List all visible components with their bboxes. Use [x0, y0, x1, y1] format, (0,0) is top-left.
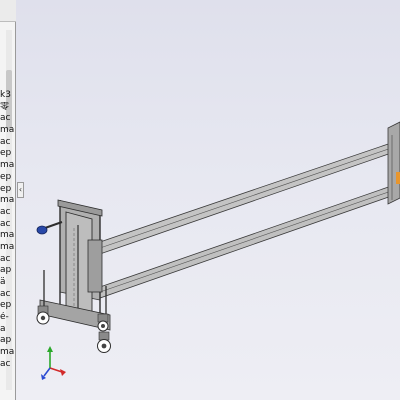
caster-wheel-left[interactable] [36, 305, 50, 325]
tree-item[interactable]: ac [0, 207, 15, 219]
end-accent [396, 172, 400, 184]
tree-item-label: ap [0, 265, 12, 276]
tree-item[interactable]: ma [0, 125, 15, 137]
tree-item[interactable]: ac [0, 254, 15, 266]
tree-item-label: ac [0, 288, 11, 299]
cad-window: k3 零 ac ma ac ep ma ep ep ma ac ac ma ma… [0, 0, 400, 400]
tree-item-label: ep [0, 300, 12, 311]
tree-item[interactable]: 零 [0, 102, 15, 114]
tree-item[interactable]: ma [0, 160, 15, 172]
lower-rail-edge [99, 187, 400, 293]
tree-item-label: ma [0, 347, 15, 358]
tree-item[interactable]: ma [0, 230, 15, 242]
tree-item[interactable]: ep [0, 300, 15, 312]
upper-rail-edge [99, 144, 400, 249]
tree-item[interactable]: é- [0, 312, 15, 324]
tree-item-list: k3 零 ac ma ac ep ma ep ep ma ac ac ma ma… [0, 90, 15, 371]
tree-item-label: ma [0, 230, 15, 241]
feature-manager-tree[interactable]: k3 零 ac ma ac ep ma ep ep ma ac ac ma ma… [0, 0, 16, 400]
crank-handle[interactable] [36, 225, 48, 235]
tree-item[interactable]: ep [0, 148, 15, 160]
caster-wheel-right[interactable] [97, 331, 111, 353]
tree-item[interactable]: a [0, 324, 15, 336]
tree-item-label: ä [0, 277, 6, 287]
tree-item[interactable]: ä [0, 277, 15, 289]
tree-item-label: ac [0, 358, 11, 369]
tree-item-label: ma [0, 195, 15, 206]
tree-item-label: ac [0, 253, 11, 264]
tree-item-label: 零 [0, 101, 10, 112]
tree-item-label: ac [0, 218, 11, 229]
tree-item-label: ac [0, 206, 11, 217]
tree-item-label: ac [0, 136, 11, 147]
tree-item[interactable]: ac [0, 113, 15, 125]
tree-item[interactable]: ep [0, 172, 15, 184]
tree-item[interactable]: k3 [0, 90, 15, 102]
tree-item-label: ap [0, 335, 12, 346]
tree-item[interactable]: ac [0, 137, 15, 149]
tree-item-label: ma [0, 241, 15, 252]
collapse-chevron-icon: ‹ [18, 185, 23, 194]
caster-wheel-middle[interactable] [97, 313, 109, 332]
tree-item-label: ep [0, 148, 12, 159]
tree-item[interactable]: ap [0, 335, 15, 347]
tree-item[interactable]: ac [0, 219, 15, 231]
tree-item[interactable]: ac [0, 359, 15, 371]
tree-item[interactable]: ep [0, 184, 15, 196]
tree-item-label: ep [0, 171, 12, 182]
tree-item[interactable]: ma [0, 195, 15, 207]
tree-header [0, 0, 16, 22]
panel-collapse-handle[interactable]: ‹ [17, 182, 24, 198]
3d-model-view[interactable] [0, 0, 400, 400]
triad-x-axis-icon [49, 367, 63, 373]
tree-item-label: é- [0, 312, 9, 323]
graphics-viewport[interactable] [0, 0, 400, 400]
tree-item[interactable]: ap [0, 265, 15, 277]
tree-item-label: ac [0, 113, 11, 124]
triad-z-axis-icon [43, 367, 51, 377]
tree-item-label: k3 [0, 90, 11, 100]
carriage-plate[interactable] [87, 239, 103, 293]
tree-item-label: ma [0, 125, 15, 136]
tree-item[interactable]: ma [0, 347, 15, 359]
tree-item-label: ma [0, 160, 15, 171]
tree-item[interactable]: ac [0, 289, 15, 301]
coordinate-triad [41, 346, 66, 380]
tree-item-label: ep [0, 183, 12, 194]
end-bracket[interactable] [387, 121, 400, 205]
tree-item-label: a [0, 323, 6, 334]
tree-item[interactable]: ma [0, 242, 15, 254]
